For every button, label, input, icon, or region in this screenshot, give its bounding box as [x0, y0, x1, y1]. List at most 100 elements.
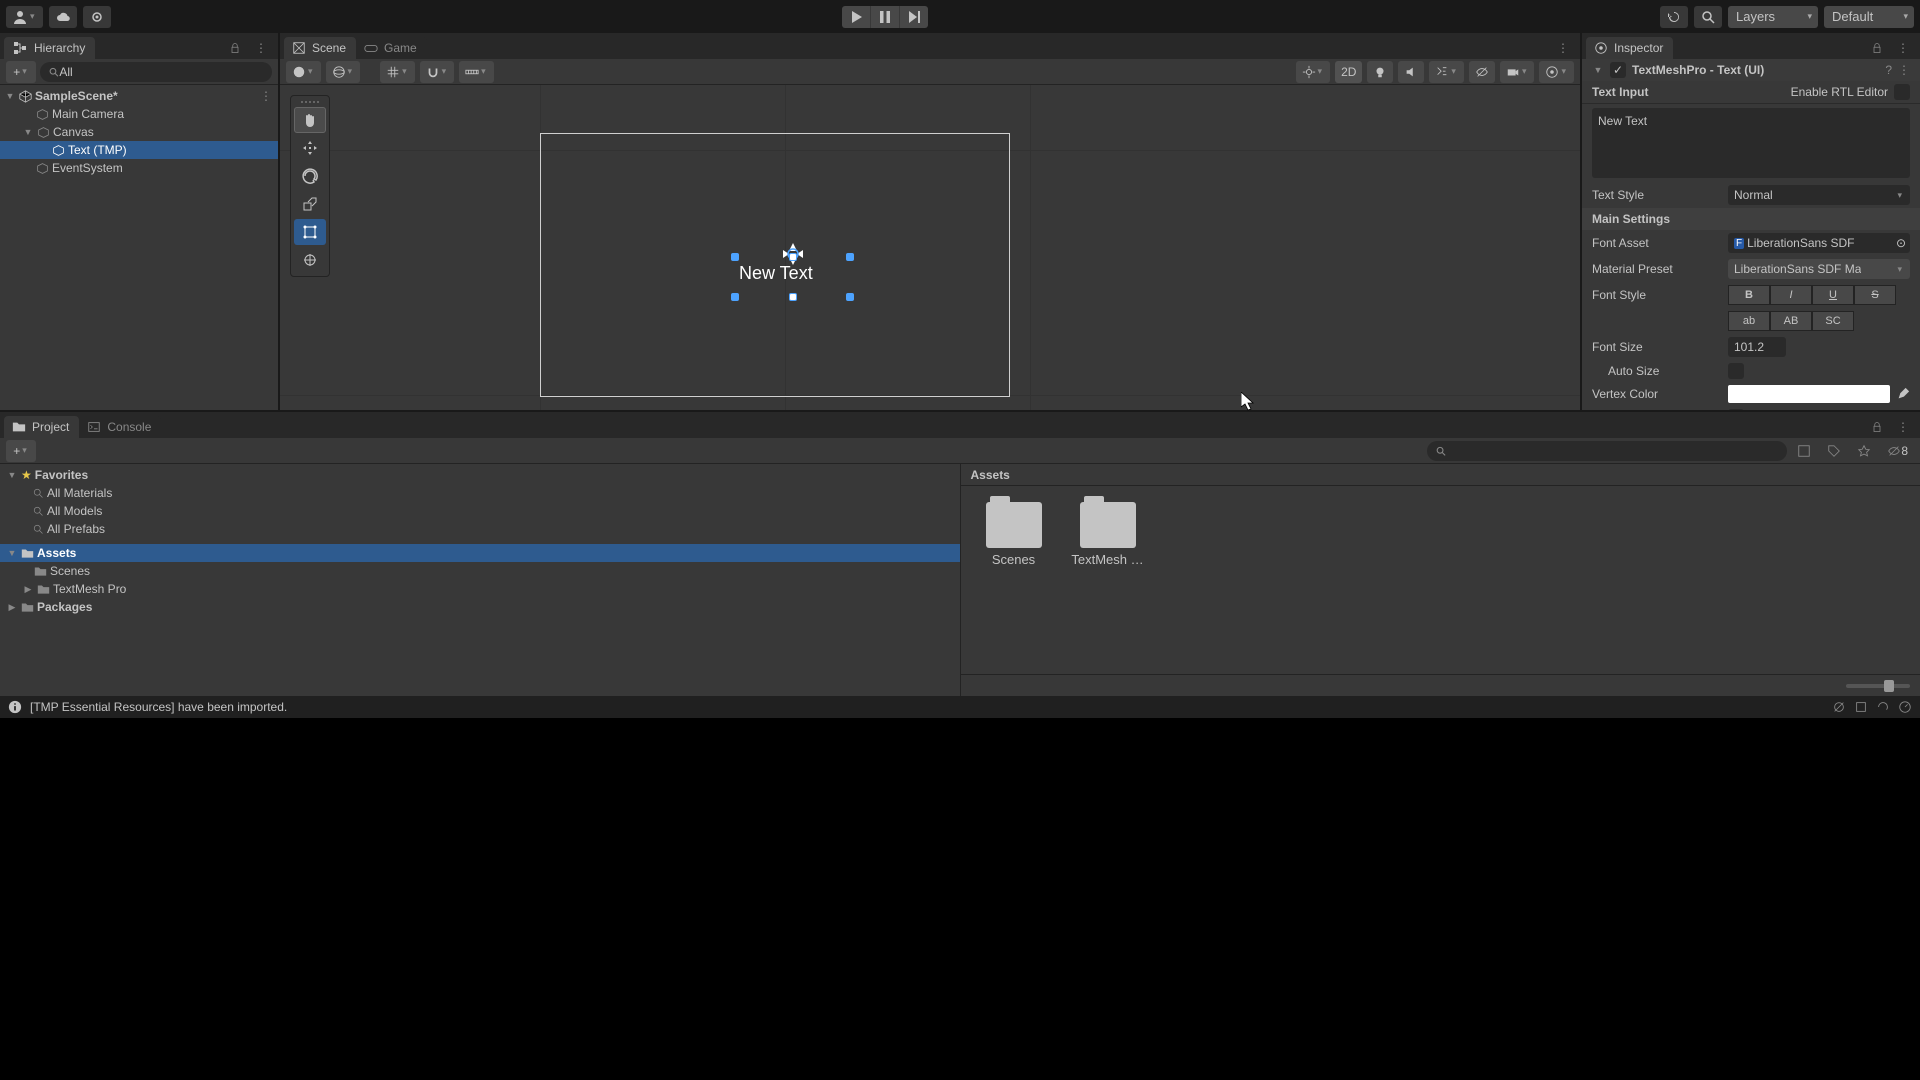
- favorites-node[interactable]: ▼ ★ Favorites: [0, 466, 960, 484]
- visibility-button[interactable]: [1469, 61, 1495, 83]
- rotate-tool[interactable]: [294, 163, 326, 189]
- camera-node[interactable]: Main Camera: [0, 105, 278, 123]
- autorefresh-icon[interactable]: [1876, 700, 1890, 714]
- bug-off-icon[interactable]: [1832, 700, 1846, 714]
- asset-textmeshpro[interactable]: TextMesh …: [1071, 502, 1145, 567]
- project-add-button[interactable]: +▾: [6, 440, 36, 462]
- font-asset-field[interactable]: F LiberationSans SDF ⊙: [1728, 233, 1910, 253]
- tmp-folder[interactable]: ▶TextMesh Pro: [0, 580, 960, 598]
- material-dropdown[interactable]: LiberationSans SDF Ma ▾: [1728, 259, 1910, 279]
- move-tool[interactable]: [294, 135, 326, 161]
- underline-toggle[interactable]: U: [1812, 285, 1854, 305]
- drag-handle-icon[interactable]: [294, 99, 326, 105]
- fx-button[interactable]: ▾: [1429, 61, 1464, 83]
- eventsystem-node[interactable]: EventSystem: [0, 159, 278, 177]
- thumbnail-size-slider[interactable]: [1846, 684, 1910, 688]
- fav-models[interactable]: All Models: [0, 502, 960, 520]
- project-menu-button[interactable]: ⋮: [1890, 416, 1916, 438]
- scale-tool[interactable]: [294, 191, 326, 217]
- uppercase-toggle[interactable]: AB: [1770, 311, 1812, 331]
- hand-tool[interactable]: [294, 107, 326, 133]
- packages-node[interactable]: ▶ Packages: [0, 598, 960, 616]
- component-enabled-checkbox[interactable]: ✓: [1610, 62, 1626, 78]
- gizmo-dropdown[interactable]: ▾: [1296, 61, 1331, 83]
- text-input-field[interactable]: New Text: [1592, 108, 1910, 178]
- hidden-packages-button[interactable]: 8: [1881, 440, 1914, 462]
- inspector-icon: [1594, 41, 1608, 55]
- project-tab[interactable]: Project: [4, 416, 79, 438]
- project-search[interactable]: [1427, 441, 1787, 461]
- scene-node[interactable]: ▼ SampleScene* ⋮: [0, 87, 278, 105]
- italic-toggle[interactable]: I: [1770, 285, 1812, 305]
- bold-toggle[interactable]: B: [1728, 285, 1770, 305]
- cloud-button[interactable]: [49, 6, 77, 28]
- gizmos-button[interactable]: ▾: [1539, 61, 1574, 83]
- assets-node[interactable]: ▼ Assets: [0, 544, 960, 562]
- game-tab[interactable]: Game: [356, 37, 427, 59]
- canvas-node[interactable]: ▼ Canvas: [0, 123, 278, 141]
- console-tab[interactable]: Console: [79, 416, 161, 438]
- scene-menu-button[interactable]: ⋮: [1550, 37, 1576, 59]
- vertex-color-field[interactable]: [1728, 385, 1890, 403]
- hierarchy-lock-button[interactable]: [222, 37, 248, 59]
- text-tmp-node[interactable]: Text (TMP): [0, 141, 278, 159]
- 2d-toggle[interactable]: 2D: [1335, 61, 1362, 83]
- lowercase-toggle[interactable]: ab: [1728, 311, 1770, 331]
- smallcaps-toggle[interactable]: SC: [1812, 311, 1854, 331]
- hierarchy-add-button[interactable]: +▾: [6, 61, 36, 83]
- selected-text-element[interactable]: New Text: [735, 257, 850, 297]
- hierarchy-tab[interactable]: Hierarchy: [4, 37, 95, 59]
- version-control-button[interactable]: [83, 6, 111, 28]
- scene-viewport[interactable]: New Text: [280, 85, 1580, 410]
- folder-icon: [12, 420, 26, 434]
- filter-type-button[interactable]: [1791, 440, 1817, 462]
- transform-tools[interactable]: [290, 95, 330, 277]
- project-search-input[interactable]: [1447, 444, 1779, 458]
- play-button[interactable]: [842, 6, 871, 28]
- kebab-icon[interactable]: ⋮: [260, 89, 278, 103]
- inspector-menu-button[interactable]: ⋮: [1890, 37, 1916, 59]
- scene-tab[interactable]: Scene: [284, 37, 356, 59]
- project-lock-button[interactable]: [1864, 416, 1890, 438]
- progress-icon[interactable]: [1898, 700, 1912, 714]
- fav-materials[interactable]: All Materials: [0, 484, 960, 502]
- global-search-button[interactable]: [1694, 6, 1722, 28]
- lighting-button[interactable]: [1367, 61, 1393, 83]
- scenes-folder[interactable]: Scenes: [0, 562, 960, 580]
- inspector-lock-button[interactable]: [1864, 37, 1890, 59]
- filter-label-button[interactable]: [1821, 440, 1847, 462]
- step-button[interactable]: [900, 6, 928, 28]
- pause-button[interactable]: [871, 6, 900, 28]
- help-icon[interactable]: ?: [1885, 63, 1892, 77]
- camera-button[interactable]: ▾: [1500, 61, 1535, 83]
- auto-size-checkbox[interactable]: [1728, 363, 1744, 379]
- layers-dropdown[interactable]: Layers: [1728, 6, 1818, 28]
- hierarchy-menu-button[interactable]: ⋮: [248, 37, 274, 59]
- kebab-icon[interactable]: ⋮: [1898, 63, 1910, 77]
- object-picker-icon[interactable]: ⊙: [1896, 236, 1906, 250]
- increment-snap-button[interactable]: ▾: [459, 61, 494, 83]
- text-style-dropdown[interactable]: Normal ▾: [1728, 185, 1910, 205]
- rect-tool[interactable]: [294, 219, 326, 245]
- cache-icon[interactable]: [1854, 700, 1868, 714]
- draw-mode-button[interactable]: ▾: [286, 61, 321, 83]
- font-size-field[interactable]: 101.2: [1728, 337, 1786, 357]
- account-button[interactable]: ▾: [6, 6, 43, 28]
- layout-dropdown[interactable]: Default: [1824, 6, 1914, 28]
- transform-tool[interactable]: [294, 247, 326, 273]
- skybox-button[interactable]: ▾: [326, 61, 361, 83]
- hierarchy-search-input[interactable]: [59, 65, 264, 79]
- grid-button[interactable]: ▾: [380, 61, 415, 83]
- undo-history-button[interactable]: [1660, 6, 1688, 28]
- inspector-tab[interactable]: Inspector: [1586, 37, 1673, 59]
- audio-button[interactable]: [1398, 61, 1424, 83]
- eyedropper-icon[interactable]: [1896, 387, 1910, 401]
- asset-scenes[interactable]: Scenes: [977, 502, 1051, 567]
- rtl-checkbox[interactable]: [1894, 84, 1910, 100]
- hierarchy-search[interactable]: [40, 62, 272, 82]
- project-breadcrumb[interactable]: Assets: [961, 464, 1920, 486]
- strike-toggle[interactable]: S: [1854, 285, 1896, 305]
- snap-button[interactable]: ▾: [420, 61, 455, 83]
- filter-save-button[interactable]: [1851, 440, 1877, 462]
- fav-prefabs[interactable]: All Prefabs: [0, 520, 960, 538]
